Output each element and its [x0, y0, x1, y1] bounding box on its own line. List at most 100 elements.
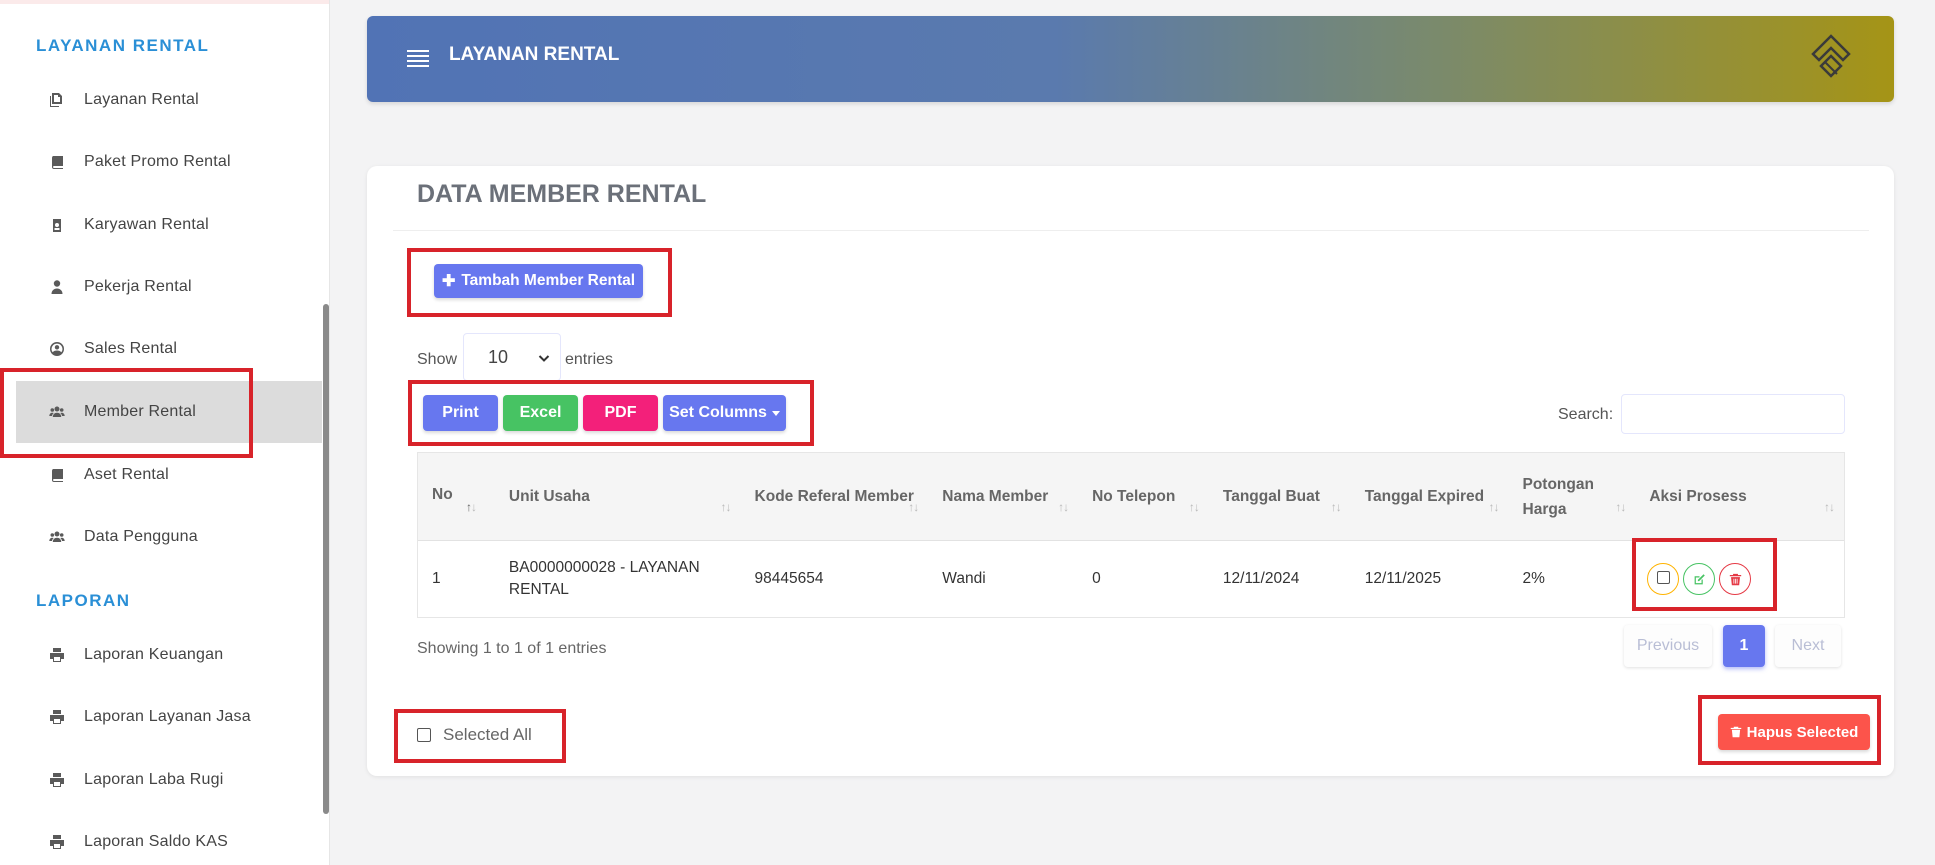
card-title: DATA MEMBER RENTAL [417, 180, 707, 208]
table-header-row: No ↑↓ Unit Usaha ↑↓ Kode Referal Member ↑↓ … [418, 453, 1844, 541]
sort-icon: ↑↓ [1188, 500, 1200, 514]
book-icon [48, 466, 66, 484]
search-label: Search: [1558, 406, 1614, 423]
sidebar-section-laporan: LAPORAN [36, 591, 131, 610]
pagination-previous[interactable]: Previous [1624, 625, 1712, 667]
sort-icon: ↑↓ [1615, 500, 1626, 514]
column-header-no-telepon[interactable]: No Telepon ↑↓ [1078, 453, 1209, 540]
select-all-label: Selected All [443, 725, 532, 744]
set-columns-label: Set Columns [669, 404, 767, 421]
cell-tanggal-expired: 12/11/2025 [1364, 570, 1442, 587]
column-header-tanggal-expired[interactable]: Tanggal Expired ↑↓ [1351, 453, 1509, 540]
chevron-down-icon [538, 355, 550, 362]
sidebar-item-label: Paket Promo Rental [84, 153, 231, 170]
sidebar-item-laporan-keuangan[interactable]: Laporan Keuangan [16, 624, 322, 686]
member-table: No ↑↓ Unit Usaha ↑↓ Kode Referal Member ↑↓ … [417, 452, 1845, 618]
cell-no-telepon: 0 [1092, 570, 1101, 587]
sort-asc-icon: ↑↓ [466, 500, 477, 514]
pagination-page-1[interactable]: 1 [1723, 625, 1765, 667]
data-member-card: DATA MEMBER RENTAL ✚ Tambah Member Renta… [367, 166, 1894, 776]
row-edit-button[interactable] [1683, 563, 1716, 595]
column-header-label: Tanggal Expired [1364, 488, 1485, 505]
column-header-label: Tanggal Buat [1222, 488, 1320, 505]
column-header-aksi-prosess[interactable]: Aksi Prosess ↑↓ [1635, 453, 1844, 540]
copy-icon [48, 91, 66, 109]
sidebar-item-laporan-laba-rugi[interactable]: Laporan Laba Rugi [16, 749, 322, 811]
sidebar-item-label: Aset Rental [84, 466, 169, 483]
plus-icon: ✚ [441, 273, 456, 290]
sidebar-item-karyawan-rental[interactable]: Karyawan Rental [16, 194, 322, 256]
trash-icon [1729, 573, 1742, 585]
print-icon [48, 833, 66, 851]
column-header-label: Aksi Prosess [1649, 488, 1747, 505]
add-member-button[interactable]: ✚ Tambah Member Rental [434, 264, 643, 298]
menu-icon[interactable] [407, 50, 429, 70]
user-circle-icon [48, 340, 66, 358]
sidebar-item-label: Layanan Rental [84, 91, 199, 108]
sort-icon: ↑↓ [720, 500, 732, 514]
id-badge-icon [48, 216, 66, 234]
sidebar-item-label: Laporan Layanan Jasa [84, 708, 251, 725]
sidebar-item-data-pengguna[interactable]: Data Pengguna [16, 506, 322, 568]
column-header-label: No Telepon [1092, 488, 1176, 505]
sidebar-item-pekerja-rental[interactable]: Pekerja Rental [16, 256, 322, 318]
sidebar-item-paket-promo-rental[interactable]: Paket Promo Rental [16, 131, 322, 193]
pdf-button[interactable]: PDF [583, 395, 658, 431]
cell-kode-referal: 98445654 [754, 570, 824, 587]
row-delete-button[interactable] [1719, 563, 1752, 595]
column-header-label: Unit Usaha [508, 488, 590, 505]
entries-select[interactable]: 10 [463, 333, 561, 381]
sort-icon: ↑↓ [1824, 500, 1835, 514]
sidebar-item-laporan-layanan-jasa[interactable]: Laporan Layanan Jasa [16, 686, 322, 748]
sidebar-item-label: Sales Rental [84, 340, 178, 357]
show-label: Show [417, 351, 458, 368]
sidebar-item-member-rental[interactable]: Member Rental [16, 381, 322, 443]
sidebar-item-layanan-rental[interactable]: Layanan Rental [16, 69, 322, 131]
page-header: LAYANAN RENTAL [367, 16, 1894, 102]
sidebar-item-sales-rental[interactable]: Sales Rental [16, 318, 322, 380]
users-icon [48, 528, 66, 546]
delete-selected-button[interactable]: Hapus Selected [1718, 714, 1870, 750]
sidebar-item-label: Laporan Saldo KAS [84, 833, 228, 850]
sidebar-item-laporan-saldo-kas[interactable]: Laporan Saldo KAS [16, 811, 322, 865]
column-header-tanggal-buat[interactable]: Tanggal Buat ↑↓ [1209, 453, 1351, 540]
pagination-next[interactable]: Next [1775, 625, 1841, 667]
row-select-checkbox[interactable] [1647, 563, 1680, 595]
sidebar: LAYANAN RENTAL Layanan Rental Paket Prom… [0, 0, 330, 865]
sidebar-scrollbar[interactable] [323, 304, 329, 814]
sidebar-section-rental: LAYANAN RENTAL [36, 36, 210, 55]
checkbox-icon [417, 728, 431, 742]
header-title: LAYANAN RENTAL [449, 44, 620, 65]
column-header-kode-referal[interactable]: Kode Referal Member ↑↓ [741, 453, 929, 540]
sidebar-item-label: Data Pengguna [84, 528, 198, 545]
sidebar-item-label: Laporan Laba Rugi [84, 771, 224, 788]
search-input[interactable] [1621, 394, 1845, 434]
print-button[interactable]: Print [423, 395, 498, 431]
column-header-potongan-harga[interactable]: Potongan Harga ↑↓ [1509, 453, 1636, 540]
row-actions [1647, 563, 1752, 595]
set-columns-button[interactable]: Set Columns [663, 395, 786, 431]
cell-unit-usaha: BA0000000028 - LAYANAN RENTAL [508, 559, 700, 598]
book-icon [48, 153, 66, 171]
cell-potongan-harga: 2% [1522, 570, 1545, 587]
column-header-label: Potongan Harga [1522, 475, 1594, 518]
trash-icon [1730, 726, 1741, 738]
cell-nama-member: Wandi [942, 570, 986, 587]
sidebar-item-aset-rental[interactable]: Aset Rental [16, 444, 322, 506]
cell-aksi [1635, 541, 1844, 617]
entries-label: entries [565, 351, 614, 368]
column-header-nama-member[interactable]: Nama Member ↑↓ [928, 453, 1078, 540]
print-icon [48, 708, 66, 726]
select-all-checkbox[interactable]: Selected All [417, 725, 532, 745]
sort-icon: ↑↓ [1488, 500, 1500, 514]
add-member-label: Tambah Member Rental [461, 272, 636, 289]
sort-icon: ↑↓ [1330, 500, 1342, 514]
column-header-unit-usaha[interactable]: Unit Usaha ↑↓ [495, 453, 741, 540]
sort-icon: ↑↓ [1058, 500, 1069, 514]
cell-tanggal-buat: 12/11/2024 [1222, 570, 1300, 587]
column-header-label: Kode Referal Member [754, 488, 914, 505]
excel-button[interactable]: Excel [503, 395, 578, 431]
column-header-no[interactable]: No ↑↓ [418, 453, 495, 540]
sidebar-top-line [0, 0, 329, 4]
table-info: Showing 1 to 1 of 1 entries [417, 640, 607, 657]
